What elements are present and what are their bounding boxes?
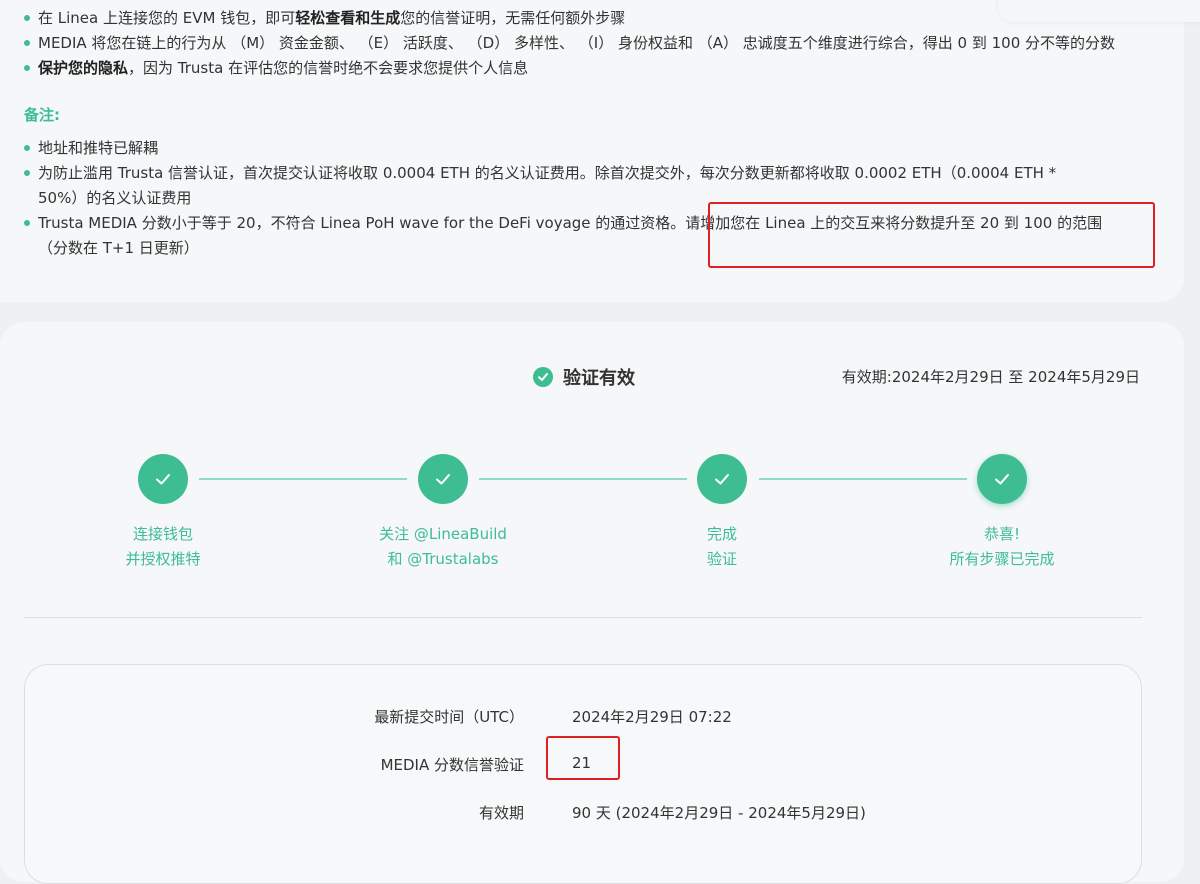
detail-value-submit-time: 2024年2月29日 07:22	[572, 708, 732, 726]
check-circle-icon	[533, 367, 553, 387]
bullet-dot	[24, 40, 30, 46]
verification-status: 验证有效	[533, 364, 635, 390]
detail-label-submit-time: 最新提交时间（UTC）	[374, 708, 524, 726]
bullet-dot	[24, 145, 30, 151]
validity-period: 有效期:2024年2月29日 至 2024年5月29日	[841, 368, 1140, 386]
bullet-dot	[24, 65, 30, 71]
note-3-cont: （分数在 T+1 日更新）	[38, 239, 199, 257]
step-2-check-icon	[418, 454, 468, 504]
info-bullet-3: 保护您的隐私，因为 Trusta 在评估您的信誉时绝不会要求您提供个人信息	[38, 59, 529, 77]
info-bullet-1: 在 Linea 上连接您的 EVM 钱包，即可轻松查看和生成您的信誉证明，无需任…	[38, 9, 626, 27]
top-right-panel	[998, 0, 1200, 22]
highlight-box-score	[546, 736, 620, 780]
detail-value-validity: 90 天 (2024年2月29日 - 2024年5月29日)	[572, 804, 866, 822]
status-text: 验证有效	[563, 368, 635, 389]
step-4-check-icon	[977, 454, 1027, 504]
step-connector	[199, 478, 407, 480]
note-2: 为防止滥用 Trusta 信誉认证，首次提交认证将收取 0.0004 ETH 的…	[38, 164, 1057, 182]
highlight-box-notice	[708, 202, 1155, 268]
bullet-dot	[24, 15, 30, 21]
step-4-label: 恭喜! 所有步骤已完成	[949, 525, 1055, 568]
notes-title: 备注:	[24, 106, 60, 124]
note-2-cont: 50%）的名义认证费用	[38, 189, 192, 207]
step-3-label: 完成 验证	[706, 525, 737, 568]
step-3-check-icon	[697, 454, 747, 504]
step-1-label: 连接钱包 并授权推特	[125, 525, 201, 568]
step-connector	[759, 478, 967, 480]
note-1: 地址和推特已解耦	[38, 139, 159, 157]
step-connector	[479, 478, 687, 480]
info-bullet-2: MEDIA 将您在链上的行为从 （M） 资金金额、 （E） 活跃度、 （D） 多…	[38, 34, 1116, 52]
detail-label-media-score: MEDIA 分数信誉验证	[380, 756, 524, 774]
step-1-check-icon	[138, 454, 188, 504]
bullet-dot	[24, 220, 30, 226]
step-2-label: 关注 @LineaBuild 和 @Trustalabs	[379, 525, 507, 568]
bullet-dot	[24, 170, 30, 176]
divider	[24, 617, 1142, 618]
detail-label-validity: 有效期	[478, 804, 524, 822]
